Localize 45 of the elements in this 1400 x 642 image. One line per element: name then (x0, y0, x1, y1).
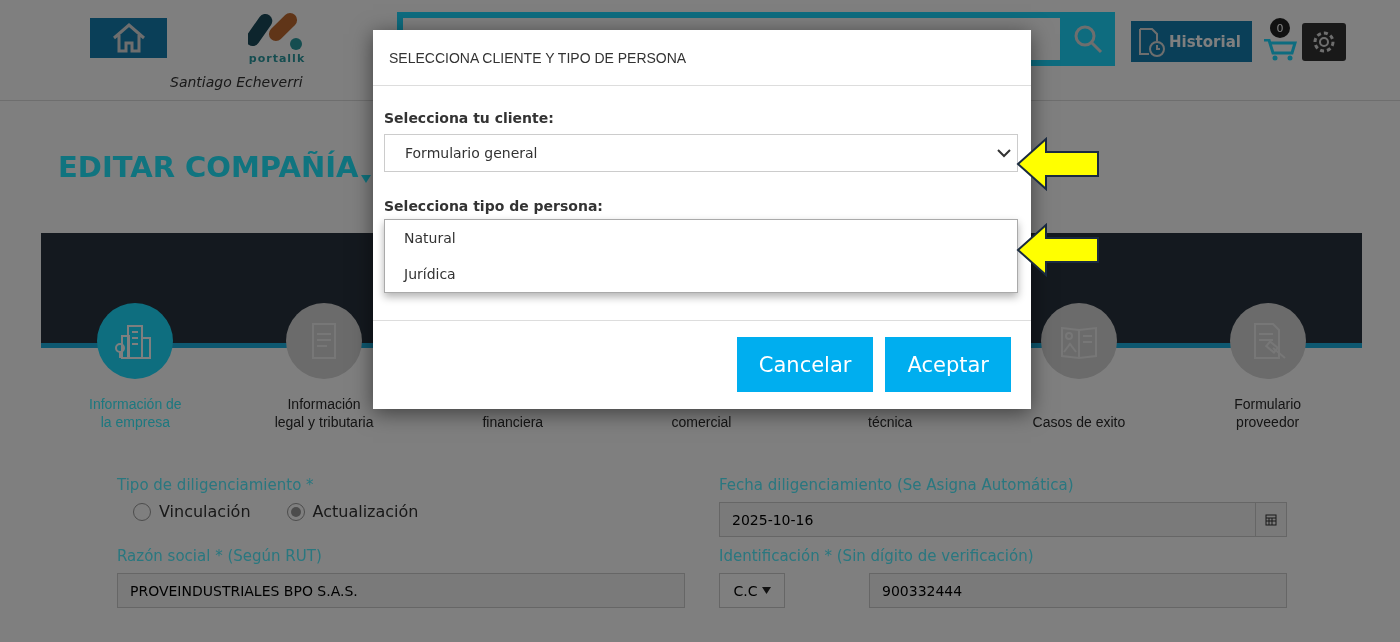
field-label: Tipo de diligenciamiento * (117, 476, 315, 494)
calendar-icon[interactable] (1265, 513, 1277, 526)
logo-text: portallk (248, 52, 306, 65)
document-clock-icon (1137, 26, 1165, 57)
settings-icon (1311, 29, 1337, 55)
search-icon (1072, 24, 1103, 54)
user-name: Santiago Echeverri (170, 74, 303, 90)
step-label[interactable]: comercial (671, 413, 732, 431)
arrow-icon (1016, 223, 1100, 277)
step-label[interactable]: Casos de exito (1032, 413, 1126, 431)
home-icon (111, 23, 146, 53)
radio-label[interactable]: Vinculación (159, 502, 251, 521)
step-label[interactable]: Formulario proveedor (1217, 395, 1319, 431)
field-label: Selecciona tu cliente: (384, 110, 555, 126)
dropdown-option[interactable]: Natural (385, 220, 1017, 256)
dialog-title: SELECCIONA CLIENTE Y TIPO DE PERSONA (389, 49, 687, 66)
input-field[interactable]: PROVEINDUSTRIALES BPO S.A.S. (117, 573, 685, 608)
step-label[interactable]: técnica (868, 413, 913, 431)
radio-button[interactable] (286, 502, 305, 521)
arrow-icon (1016, 137, 1100, 191)
select-field[interactable]: Formulario general (384, 134, 1018, 172)
dialog-button[interactable]: Cancelar (736, 337, 874, 392)
radio-button[interactable] (133, 502, 151, 521)
field-label: Selecciona tipo de persona: (384, 198, 604, 214)
page-title: EDITAR COMPAÑÍA (58, 150, 359, 184)
input-field[interactable]: 900332444 (869, 573, 1287, 608)
cart-count-badge: 0 (1270, 18, 1290, 38)
field-label: Razón social * (Según RUT) (117, 547, 323, 565)
dropdown-option[interactable]: Jurídica (385, 256, 1017, 292)
caret-icon (360, 174, 373, 184)
caret-icon (761, 587, 771, 594)
chevron-down-icon (997, 148, 1011, 158)
dialog-button[interactable]: Aceptar (885, 337, 1011, 392)
step-label[interactable]: financiera (482, 413, 544, 431)
home-button[interactable] (90, 18, 167, 58)
radio-label[interactable]: Actualización (312, 502, 419, 521)
building-icon (115, 325, 152, 359)
settings-button[interactable] (1302, 23, 1346, 61)
field-label: Identificación * (Sin dígito de verificación) (719, 547, 1035, 565)
cart-icon (1262, 39, 1298, 63)
history-button[interactable]: Historial (1131, 21, 1252, 62)
document-type-select[interactable]: C.C (719, 573, 785, 608)
step-label[interactable]: Información legal y tributaria (273, 395, 375, 431)
date-field[interactable]: 2025-10-16 (719, 502, 1287, 537)
field-label: Fecha diligenciamiento (Se Asigna Automática) (719, 476, 1075, 494)
